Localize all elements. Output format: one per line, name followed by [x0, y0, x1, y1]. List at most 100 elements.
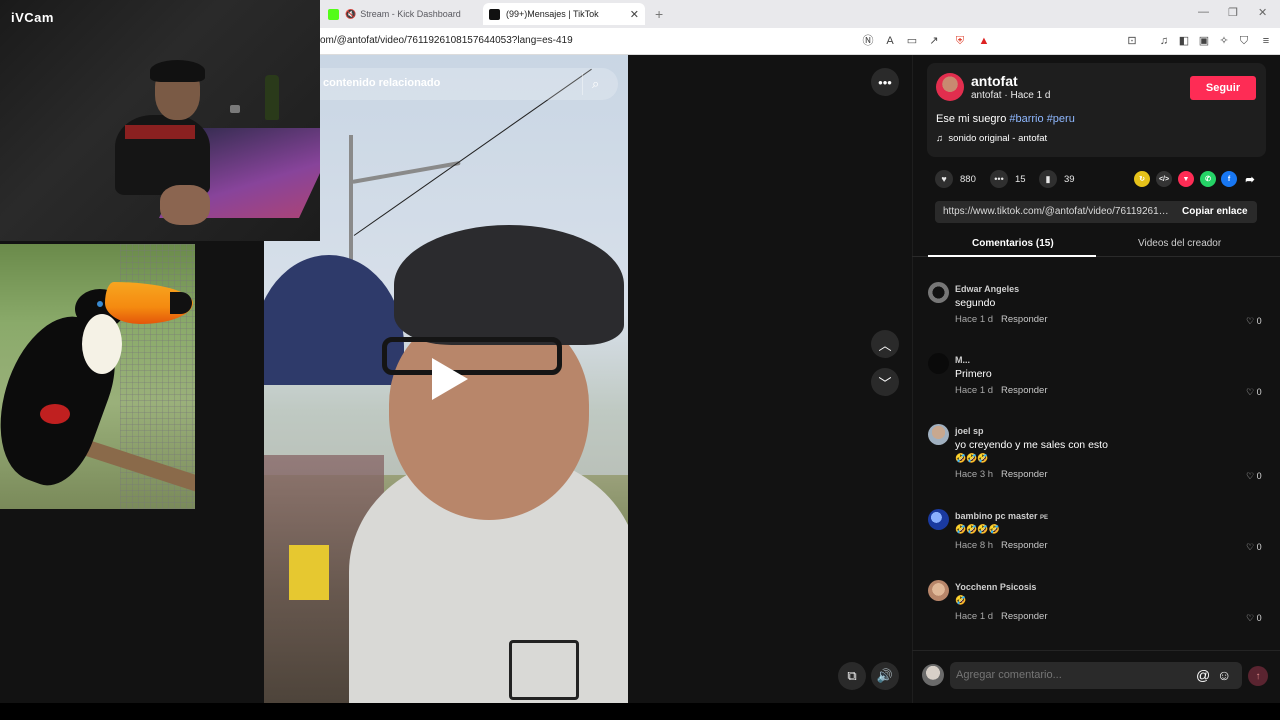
- author-name[interactable]: antofat: [971, 73, 1018, 89]
- like-stat[interactable]: ♥ 880: [935, 170, 976, 188]
- comment-like[interactable]: ♡ 0: [1246, 471, 1262, 482]
- reply-button[interactable]: Responder: [1001, 540, 1047, 551]
- reply-button[interactable]: Responder: [1001, 469, 1047, 480]
- tab-tiktok[interactable]: (99+)Mensajes | TikTok ✕: [483, 3, 645, 25]
- jersey-stripe: [125, 125, 195, 139]
- url-text[interactable]: om/@antofat/video/7611926108157644053?la…: [320, 35, 573, 46]
- tiktok-favicon-icon: [489, 8, 500, 20]
- whatsapp-icon[interactable]: ✆: [1200, 171, 1216, 187]
- comment-time: Hace 8 h: [955, 540, 994, 551]
- comment-stat[interactable]: ••• 15: [990, 170, 1026, 188]
- alert-extension-icon[interactable]: ▲: [976, 33, 992, 49]
- comment-avatar[interactable]: [928, 580, 949, 601]
- hashtag-peru[interactable]: #peru: [1047, 113, 1075, 125]
- comment-like[interactable]: ♡ 0: [1246, 613, 1262, 624]
- kick-favicon-icon: [328, 8, 339, 20]
- comment-meta: Hace 3 h Responder: [955, 469, 1048, 480]
- toucan-red-tail: [40, 404, 70, 424]
- comment-like-count: 0: [1256, 613, 1262, 623]
- sound-label: sonido original - antofat: [948, 133, 1048, 144]
- comment-like[interactable]: ♡ 0: [1246, 387, 1262, 398]
- heart-icon[interactable]: ♥: [935, 170, 953, 188]
- comment-avatar[interactable]: [928, 424, 949, 445]
- music-icon[interactable]: ♫: [1156, 33, 1172, 49]
- reader-mode-icon[interactable]: Ⓝ: [860, 33, 876, 49]
- comment-icon[interactable]: •••: [990, 170, 1008, 188]
- ai-icon[interactable]: ✧: [1216, 33, 1232, 49]
- more-icon[interactable]: •••: [871, 68, 899, 96]
- related-search-text[interactable]: contenido relacionado: [323, 77, 440, 89]
- reply-button[interactable]: Responder: [1001, 385, 1047, 396]
- play-icon[interactable]: [432, 358, 468, 400]
- ivcam-logo: iVCam: [11, 10, 54, 25]
- streamer-hair: [150, 60, 205, 82]
- restore-icon[interactable]: ❐: [1228, 6, 1238, 19]
- toucan-throat: [82, 314, 122, 374]
- sound-row[interactable]: ♫ sonido original - antofat: [936, 133, 1047, 144]
- minimize-icon[interactable]: —: [1198, 6, 1209, 18]
- comment-avatar[interactable]: [928, 282, 949, 303]
- hashtag-barrio[interactable]: #barrio: [1009, 113, 1043, 125]
- comment-time: Hace 1 d: [955, 611, 994, 622]
- send-icon[interactable]: ↑: [1248, 666, 1268, 686]
- bookmark-icon[interactable]: ▮: [1039, 170, 1057, 188]
- emoji-icon[interactable]: ☺: [1217, 667, 1231, 683]
- tab-comments[interactable]: Comentarios (15): [972, 238, 1054, 249]
- shirt-print: [509, 640, 579, 700]
- menu-icon[interactable]: ≡: [1258, 33, 1274, 49]
- person-cap: [394, 225, 624, 345]
- send-direct-icon[interactable]: ▼: [1178, 171, 1194, 187]
- new-tab-icon[interactable]: +: [655, 6, 663, 22]
- cast-icon[interactable]: ▭: [904, 33, 920, 49]
- follow-button[interactable]: Seguir: [1190, 76, 1256, 100]
- translate-icon[interactable]: A: [882, 33, 898, 49]
- embed-icon[interactable]: </>: [1156, 171, 1172, 187]
- save-stat[interactable]: ▮ 39: [1039, 170, 1075, 188]
- author-avatar[interactable]: [936, 73, 964, 101]
- close-tab-icon[interactable]: ✕: [630, 8, 639, 21]
- tab-creator-videos[interactable]: Videos del creador: [1138, 238, 1221, 249]
- comment-like[interactable]: ♡ 0: [1246, 316, 1262, 327]
- comment-author[interactable]: bambino pc master PE: [955, 511, 1048, 521]
- sidebar-icon[interactable]: ◧: [1176, 33, 1192, 49]
- comment-like[interactable]: ♡ 0: [1246, 542, 1262, 553]
- share-page-icon[interactable]: ↗: [926, 33, 942, 49]
- comment-count: 15: [1015, 173, 1026, 185]
- share-friends-icon[interactable]: ↻: [1134, 171, 1150, 187]
- composer-divider: [912, 650, 1280, 651]
- pip-icon[interactable]: ⧉: [838, 662, 866, 690]
- comment-author[interactable]: M...: [955, 355, 970, 365]
- share-arrow-icon[interactable]: ➦: [1242, 171, 1258, 187]
- comment-author[interactable]: Edwar Angeles: [955, 284, 1019, 294]
- toucan-eye: [95, 299, 105, 309]
- comment-author[interactable]: joel sp: [955, 426, 984, 436]
- reply-button[interactable]: Responder: [1001, 314, 1047, 325]
- facebook-icon[interactable]: f: [1221, 171, 1237, 187]
- wallet-icon[interactable]: ▣: [1196, 33, 1212, 49]
- comment-input[interactable]: [956, 669, 1186, 681]
- shield-extension-icon[interactable]: ⛨: [952, 33, 968, 49]
- search-icon[interactable]: ⌕: [592, 76, 599, 92]
- copy-link-button[interactable]: Copiar enlace: [1182, 206, 1248, 217]
- yellow-shirt: [289, 545, 329, 600]
- at-icon[interactable]: @: [1196, 667, 1210, 683]
- share-link-text[interactable]: https://www.tiktok.com/@antofat/video/76…: [943, 206, 1171, 217]
- bottom-bar: [0, 703, 1280, 720]
- screenshot-icon[interactable]: ⊡: [1124, 33, 1140, 49]
- chevron-down-icon[interactable]: ﹀: [871, 368, 899, 396]
- volume-icon[interactable]: 🔊: [871, 662, 899, 690]
- reply-button[interactable]: Responder: [1001, 611, 1047, 622]
- bottle: [265, 75, 279, 120]
- desk-object: [230, 105, 240, 113]
- vpn-icon[interactable]: ⛉: [1236, 33, 1252, 49]
- comment-author[interactable]: Yocchenn Psicosis: [955, 582, 1036, 592]
- comment-avatar[interactable]: [928, 509, 949, 530]
- author-subtitle: antofat · Hace 1 d: [971, 90, 1051, 101]
- close-window-icon[interactable]: ✕: [1258, 6, 1267, 19]
- tab-kick-dashboard[interactable]: 🔇 Stream - Kick Dashboard: [322, 3, 480, 25]
- comment-avatar[interactable]: [928, 353, 949, 374]
- active-tab-indicator: [928, 255, 1096, 257]
- my-avatar[interactable]: [922, 664, 944, 686]
- mute-icon[interactable]: 🔇: [345, 9, 356, 20]
- chevron-up-icon[interactable]: ︿: [871, 330, 899, 358]
